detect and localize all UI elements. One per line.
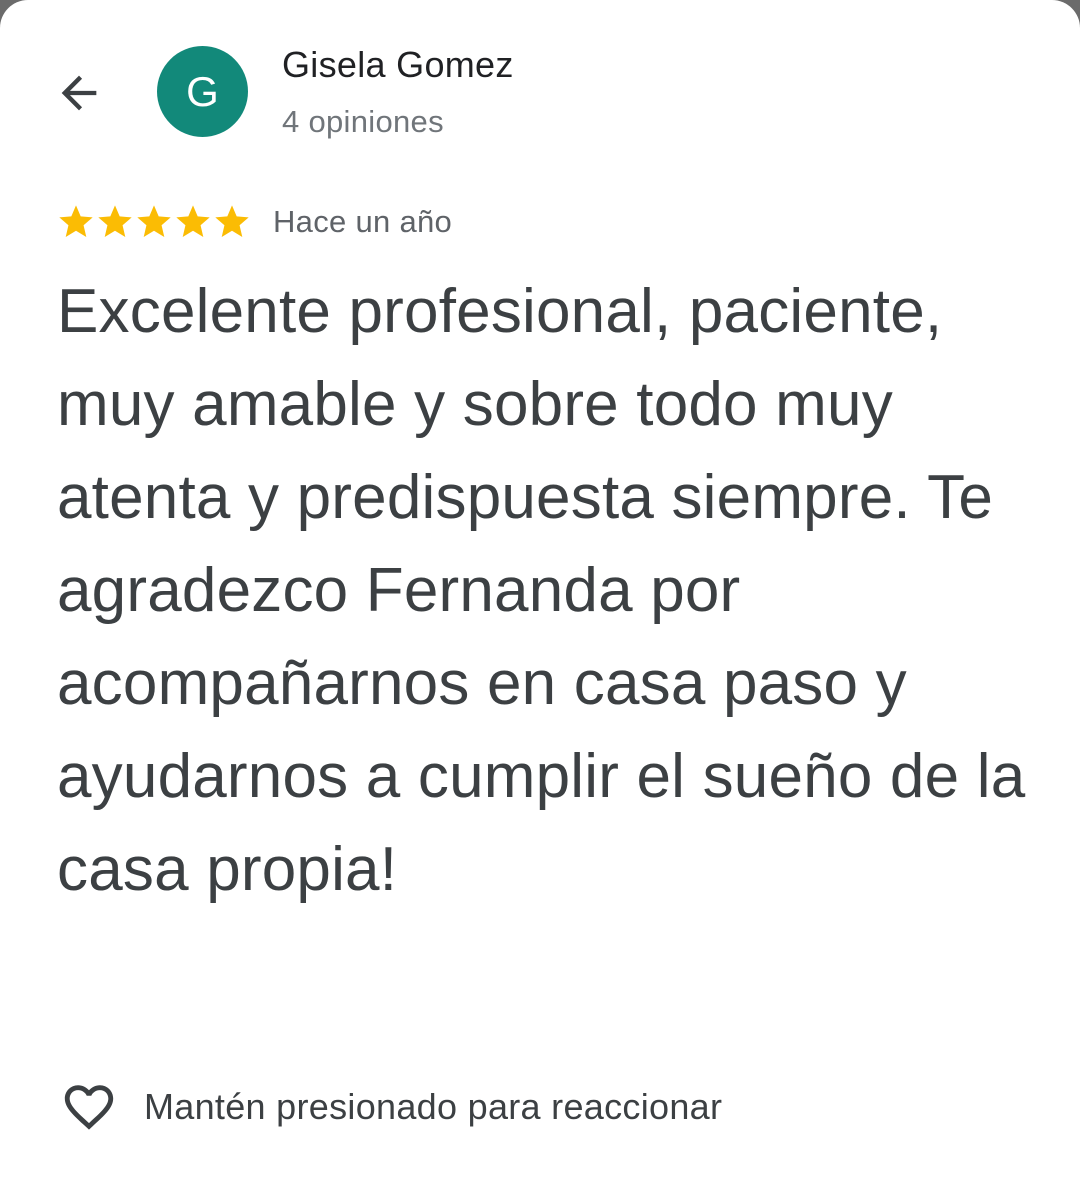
star-icon (98, 205, 132, 237)
review-date: Hace un año (273, 204, 453, 239)
avatar-letter: G (186, 67, 219, 115)
react-label: Mantén presionado para reaccionar (144, 1086, 723, 1127)
rating-row: Hace un año (56, 200, 452, 244)
star-icon (215, 205, 249, 237)
react-button[interactable]: Mantén presionado para reaccionar (58, 1078, 722, 1136)
star-icon (59, 205, 93, 237)
review-text: Excelente profesional, paciente, muy ama… (57, 277, 1026, 904)
arrow-back-icon (61, 75, 97, 111)
star-icon (137, 205, 171, 237)
star-rating (56, 202, 251, 242)
star-icon (176, 205, 210, 237)
back-button[interactable] (48, 62, 110, 124)
author-name[interactable]: Gisela Gomez (282, 44, 514, 86)
review-card: G Gisela Gomez 4 opiniones Hace un año E… (0, 0, 1080, 1193)
review-count: 4 opiniones (282, 104, 444, 139)
heart-outline-icon (64, 1085, 114, 1130)
avatar[interactable]: G (157, 46, 248, 137)
